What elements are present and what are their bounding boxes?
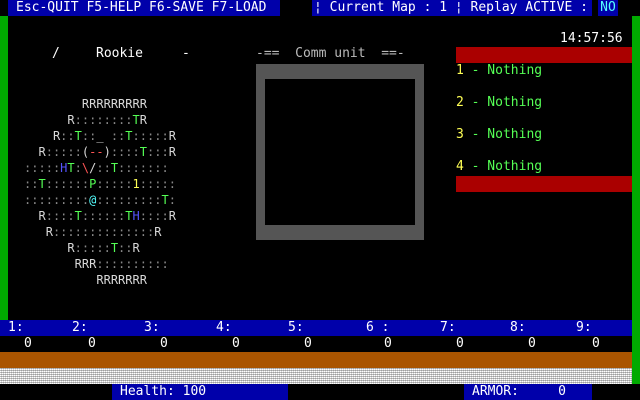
health-value: 100 xyxy=(182,384,207,399)
weapon-count: 0 xyxy=(456,336,464,351)
player-weapon-glyph: / xyxy=(52,46,60,61)
map-row: RRRRRRRRR xyxy=(81,97,147,111)
map-status-label: ¦ Current Map : 1 ¦ Replay ACTIVE : xyxy=(312,0,592,16)
armor-display: ARMOR: 0 xyxy=(464,384,592,400)
weapon-slot-label[interactable]: 1: xyxy=(8,320,24,336)
inventory-slot-3[interactable]: 3 - Nothing xyxy=(456,127,542,142)
inventory-slot-number: 4 xyxy=(456,159,464,174)
inventory-slot-number: 1 xyxy=(456,63,464,78)
inventory-slot-label: - Nothing xyxy=(463,95,543,110)
inventory-slot-4[interactable]: 4 - Nothing xyxy=(456,159,542,174)
map-row: R::::::::TR xyxy=(67,113,147,127)
clock: 14:57:56 xyxy=(560,31,623,46)
weapon-slot-label[interactable]: 3: xyxy=(144,320,160,336)
weapon-count: 0 xyxy=(528,336,536,351)
inventory-band-bottom xyxy=(456,176,632,192)
map-row: R:::::T::R xyxy=(67,241,140,255)
map-row: R::::T::::::TH::::R xyxy=(38,209,176,223)
hotkeys-label: Esc-QUIT F5-HELP F6-SAVE F7-LOAD xyxy=(8,0,280,16)
map-row: ::T::::::P:::::1::::: xyxy=(24,177,176,191)
map-row: R::T::_ ::T:::::R xyxy=(52,129,176,143)
inventory-band-top xyxy=(456,47,632,63)
map-row: :::::::::@:::::::::T: xyxy=(24,193,176,207)
right-border xyxy=(632,16,640,384)
weapon-slot-bar xyxy=(0,320,632,336)
weapon-count: 0 xyxy=(304,336,312,351)
armor-value: 0 xyxy=(558,384,566,399)
weapon-slot-label[interactable]: 2: xyxy=(72,320,88,336)
weapon-slot-label[interactable]: 4: xyxy=(216,320,232,336)
weapon-slot-label[interactable]: 8: xyxy=(510,320,526,336)
weapon-count: 0 xyxy=(160,336,168,351)
weapon-slot-label[interactable]: 5: xyxy=(288,320,304,336)
map-row: :::::HT:\/::T::::::: xyxy=(24,161,169,175)
inventory-slot-2[interactable]: 2 - Nothing xyxy=(456,95,542,110)
inventory-slot-number: 2 xyxy=(456,95,464,110)
map-row: RRR:::::::::: xyxy=(74,257,169,271)
comm-unit-screen xyxy=(265,79,415,225)
weapon-slot-label[interactable]: 7: xyxy=(440,320,456,336)
player-dash: - xyxy=(182,46,190,61)
map-row: R:::::(--)::::T:::R xyxy=(38,145,176,159)
weapon-count: 0 xyxy=(592,336,600,351)
player-rank: Rookie xyxy=(96,46,143,61)
health-display: Health: 100 xyxy=(112,384,288,400)
comm-unit-title: -== Comm unit ==- xyxy=(256,46,405,61)
replay-flag: NO xyxy=(598,0,618,16)
game-map[interactable]: RRRRRRRRR R::::::::TR R::T::_ ::T:::::R … xyxy=(24,96,224,288)
inventory-slot-label: - Nothing xyxy=(463,159,543,174)
inventory-slot-1[interactable]: 1 - Nothing xyxy=(456,63,542,78)
inventory-slot-number: 3 xyxy=(456,127,464,142)
inventory-slot-label: - Nothing xyxy=(463,63,543,78)
ground-bar xyxy=(0,352,632,368)
weapon-slot-label[interactable]: 9: xyxy=(576,320,592,336)
weapon-count: 0 xyxy=(384,336,392,351)
weapon-count: 0 xyxy=(88,336,96,351)
health-label: Health: xyxy=(120,384,175,399)
weapon-count: 0 xyxy=(24,336,32,351)
dither-bar xyxy=(0,368,632,384)
map-row: RRRRRRR xyxy=(96,273,147,287)
inventory-slot-label: - Nothing xyxy=(463,127,543,142)
weapon-count: 0 xyxy=(232,336,240,351)
armor-label: ARMOR: xyxy=(472,384,519,399)
map-row: R::::::::::::::R xyxy=(45,225,162,239)
weapon-slot-label[interactable]: 6 : xyxy=(366,320,389,336)
